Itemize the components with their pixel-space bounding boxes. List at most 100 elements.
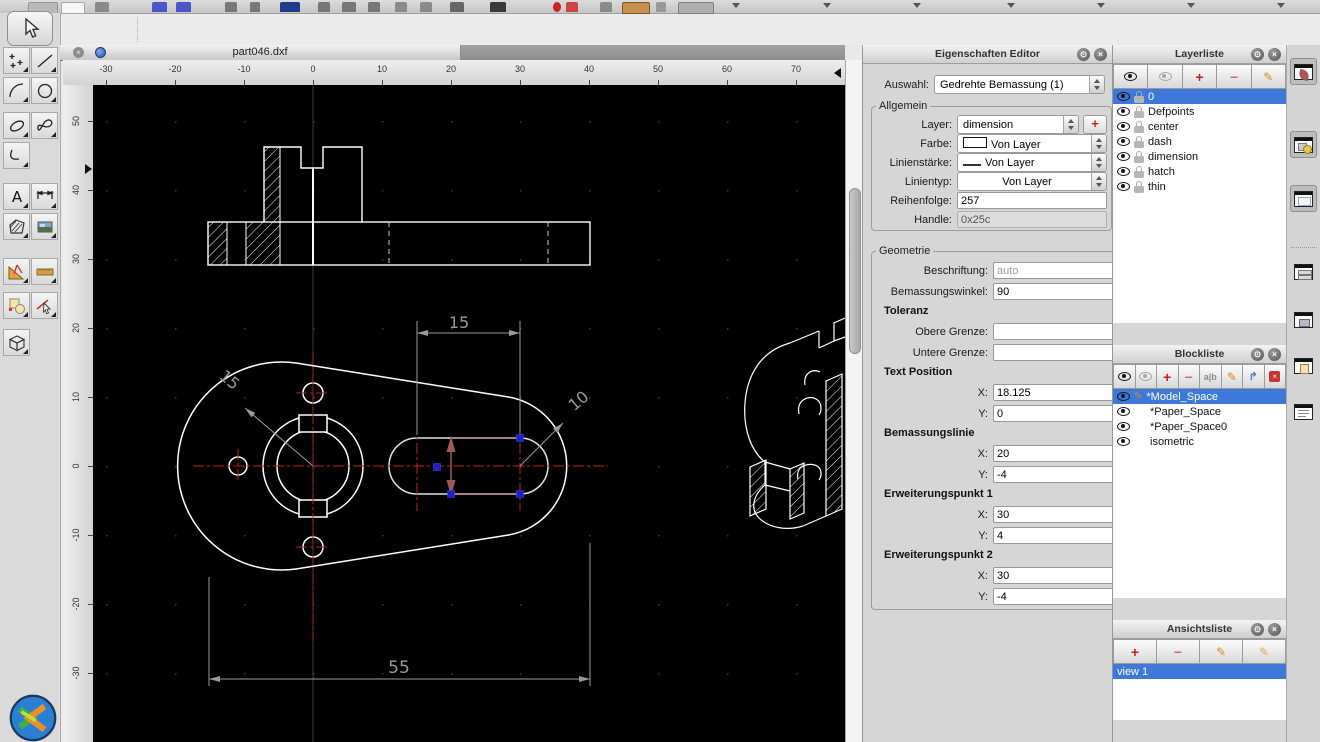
detach-panel-icon[interactable]: ⊙: [1251, 622, 1264, 636]
lock-icon[interactable]: [1134, 120, 1144, 133]
circle-tool-button[interactable]: [31, 77, 58, 104]
top-toolbar-icon-fragment[interactable]: [656, 2, 666, 12]
hide-all-layers-button[interactable]: [1148, 64, 1183, 89]
panel-title-bar[interactable]: Ansichtsliste ⊙ ×: [1113, 620, 1286, 639]
selection-dropdown[interactable]: Gedrehte Bemassung (1): [934, 75, 1105, 94]
layer-row-defpoints[interactable]: Defpoints: [1113, 104, 1286, 119]
add-block-button[interactable]: +: [1157, 364, 1179, 389]
lock-icon[interactable]: [1134, 105, 1144, 118]
toggle-script-text-button[interactable]: [1290, 398, 1317, 425]
lineweight-dropdown[interactable]: Von Layer: [957, 153, 1107, 172]
top-toolbar-pressed-button-fragment[interactable]: [678, 2, 714, 14]
show-all-layers-button[interactable]: [1113, 64, 1149, 89]
top-toolbar-icon-fragment[interactable]: [152, 2, 167, 12]
toggle-command-line-button[interactable]: [1290, 306, 1317, 333]
drawing-canvas[interactable]: 15 15 10 55: [93, 85, 846, 742]
dropdown-arrow-icon[interactable]: [913, 3, 921, 8]
beschriftung-input[interactable]: [993, 262, 1119, 279]
top-toolbar-icon-fragment[interactable]: [176, 2, 191, 12]
dimension-tool-button[interactable]: [31, 183, 58, 210]
canvas-vertical-scrollbar[interactable]: [845, 60, 863, 742]
top-toolbar-icon-fragment[interactable]: [490, 2, 506, 12]
lock-icon[interactable]: [1134, 90, 1144, 103]
layer-row-hatch[interactable]: hatch: [1113, 164, 1286, 179]
dropdown-arrow-icon[interactable]: [1007, 3, 1015, 8]
detach-panel-icon[interactable]: ⊙: [1251, 347, 1264, 361]
close-panel-icon[interactable]: ×: [1094, 47, 1107, 61]
eye-icon[interactable]: [1117, 182, 1130, 191]
detach-panel-icon[interactable]: ⊙: [1251, 47, 1264, 61]
top-toolbar-icon-fragment[interactable]: [342, 2, 356, 12]
scrollbar-thumb[interactable]: [849, 188, 861, 354]
top-toolbar-icon-fragment[interactable]: [318, 2, 330, 12]
eye-icon[interactable]: [1117, 167, 1130, 176]
layer-row-dimension[interactable]: dimension: [1113, 149, 1286, 164]
dropdown-arrow-icon[interactable]: [823, 3, 831, 8]
layer-row-dash[interactable]: dash: [1113, 134, 1286, 149]
close-panel-icon[interactable]: ×: [1268, 347, 1281, 361]
eye-icon[interactable]: [1117, 422, 1130, 431]
arc-tool-button[interactable]: [3, 77, 30, 104]
ellipse-tool-button[interactable]: [3, 112, 30, 139]
rename-view-button[interactable]: ✎: [1243, 639, 1286, 664]
block-row-paper-space0[interactable]: *Paper_Space0: [1113, 419, 1286, 434]
layer-dropdown[interactable]: dimension: [957, 115, 1079, 134]
top-toolbar-icon-fragment[interactable]: [368, 2, 380, 12]
eye-icon[interactable]: [1117, 92, 1130, 101]
top-toolbar-icon-fragment[interactable]: [450, 2, 464, 12]
edit-block-button[interactable]: ✎: [1221, 364, 1243, 389]
eye-icon[interactable]: [1117, 392, 1130, 401]
image-tool-button[interactable]: [31, 213, 58, 240]
remove-view-button[interactable]: −: [1157, 639, 1200, 664]
top-toolbar-icon-fragment[interactable]: [395, 2, 407, 12]
pick-entity-tool-button[interactable]: [31, 292, 58, 319]
grip-text-position[interactable]: [433, 463, 441, 471]
remove-layer-button[interactable]: −: [1217, 64, 1252, 89]
top-toolbar-icon-fragment[interactable]: [600, 2, 612, 12]
block-row-isometric[interactable]: isometric: [1113, 434, 1286, 449]
top-toolbar-icon-fragment[interactable]: [250, 2, 260, 12]
grip-ext-point-2[interactable]: [516, 490, 524, 498]
toggle-library-browser-button[interactable]: [1290, 258, 1317, 285]
layer-row-0[interactable]: 0: [1113, 89, 1286, 104]
solid-tool-button[interactable]: [3, 329, 30, 356]
measure-tool-button[interactable]: [3, 258, 30, 285]
top-toolbar-icon-fragment[interactable]: [280, 2, 300, 12]
toggle-block-list-button[interactable]: [1290, 185, 1317, 212]
dropdown-arrow-icon[interactable]: [1277, 3, 1285, 8]
lock-icon[interactable]: [1134, 150, 1144, 163]
grip-dimension-line[interactable]: [447, 490, 455, 498]
selection-tool-button[interactable]: [7, 11, 53, 46]
close-panel-icon[interactable]: ×: [1268, 47, 1281, 61]
text-tool-button[interactable]: A: [3, 183, 30, 210]
block-row-paper-space[interactable]: *Paper_Space: [1113, 404, 1286, 419]
toggle-clipboard-button[interactable]: [1290, 352, 1317, 379]
eye-icon[interactable]: [1117, 122, 1130, 131]
add-view-button[interactable]: +: [1113, 639, 1157, 664]
point-tool-button[interactable]: [3, 47, 30, 74]
hatch-tool-button[interactable]: [3, 213, 30, 240]
top-toolbar-icon-fragment[interactable]: [420, 2, 432, 12]
spline-tool-button[interactable]: [31, 112, 58, 139]
layer-row-center[interactable]: center: [1113, 119, 1286, 134]
add-layer-button[interactable]: +: [1182, 64, 1218, 89]
toggle-layer-list-button[interactable]: [1290, 131, 1317, 158]
ruler-tool-button[interactable]: [31, 258, 58, 285]
show-all-blocks-button[interactable]: [1113, 364, 1136, 389]
line-tool-button[interactable]: [31, 47, 58, 74]
block-row-model-space[interactable]: ✎ *Model_Space: [1113, 389, 1286, 404]
eye-icon[interactable]: [1117, 407, 1130, 416]
rename-block-button[interactable]: a|b: [1200, 364, 1222, 389]
panel-title-bar[interactable]: Eigenschaften Editor ⊙ ×: [863, 45, 1112, 64]
hide-all-blocks-button[interactable]: [1135, 364, 1157, 389]
layer-row-thin[interactable]: thin: [1113, 179, 1286, 194]
top-toolbar-icon-fragment[interactable]: [566, 2, 578, 12]
top-toolbar-icon-fragment[interactable]: [553, 2, 561, 12]
detach-panel-icon[interactable]: ⊙: [1077, 47, 1090, 61]
color-dropdown[interactable]: Von Layer: [957, 134, 1107, 153]
grip-ext-point-1[interactable]: [516, 434, 524, 442]
top-toolbar-icon-fragment[interactable]: [95, 2, 109, 12]
dropdown-arrow-icon[interactable]: [1187, 3, 1195, 8]
lock-icon[interactable]: [1134, 165, 1144, 178]
edit-view-button[interactable]: ✎: [1200, 639, 1243, 664]
